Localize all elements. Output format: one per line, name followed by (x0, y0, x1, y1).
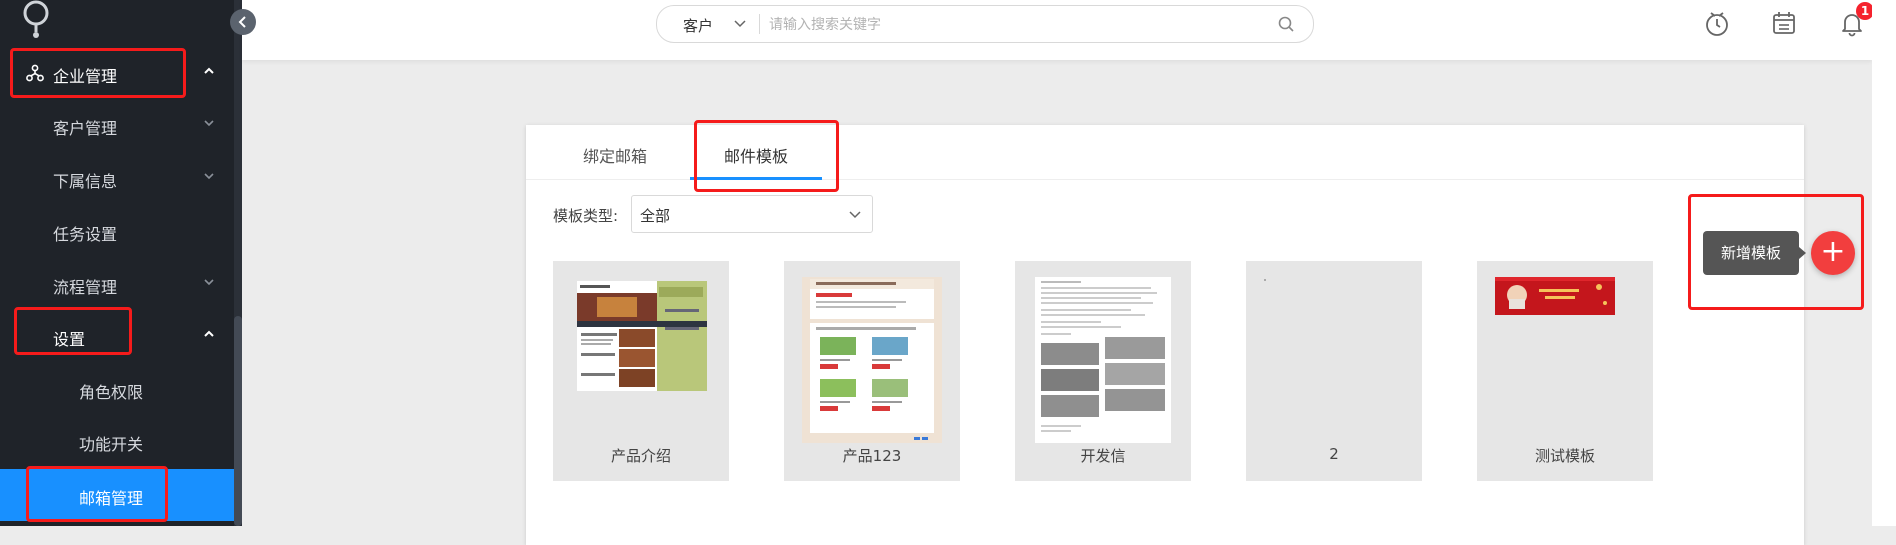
template-card-product-intro[interactable]: 产品介绍 (553, 261, 729, 481)
tab-bind-mailbox[interactable]: 绑定邮箱 (583, 143, 647, 167)
template-name: 开发信 (1080, 447, 1126, 465)
sidebar-item-role-permissions[interactable]: 角色权限 (0, 364, 234, 414)
chevron-up-icon (204, 67, 214, 74)
search-input[interactable] (767, 13, 1251, 37)
chevron-down-icon (204, 279, 214, 286)
template-thumbnail (1264, 279, 1266, 281)
highlight-enterprise (10, 48, 186, 98)
sidebar-item-task-settings[interactable]: 任务设置 (0, 206, 234, 256)
search-bar: 客户 (656, 5, 1314, 43)
highlight-mail-templates-tab (694, 120, 839, 192)
sidebar-item-label: 功能开关 (79, 435, 144, 454)
highlight-mailbox-management (26, 466, 168, 522)
chevron-down-icon[interactable] (733, 16, 747, 30)
sidebar-item-label: 流程管理 (53, 278, 118, 297)
sidebar-item-subordinates[interactable]: 下属信息 (0, 153, 234, 203)
template-name: 产品介绍 (610, 447, 671, 465)
search-icon[interactable] (1277, 15, 1295, 33)
timer-icon[interactable] (1702, 8, 1732, 38)
template-name: 2 (1329, 445, 1339, 463)
chevron-down-icon (849, 211, 861, 219)
template-card-product-123[interactable]: 产品123 (784, 261, 960, 481)
template-thumbnail (802, 277, 942, 443)
template-type-label: 模板类型: (553, 207, 619, 225)
sidebar-item-label: 下属信息 (53, 172, 118, 191)
template-name: 产品123 (842, 447, 902, 465)
calendar-icon[interactable] (1769, 8, 1799, 38)
highlight-add-template (1688, 194, 1864, 310)
sidebar-item-feature-toggles[interactable]: 功能开关 (0, 416, 234, 466)
template-thumbnail (577, 281, 707, 391)
sidebar-item-customers[interactable]: 客户管理 (0, 100, 234, 150)
template-type-value: 全部 (640, 207, 671, 225)
window-edge (1872, 0, 1896, 526)
chevron-left-icon (238, 16, 246, 28)
template-type-select[interactable]: 全部 (631, 195, 873, 233)
sidebar-item-workflow[interactable]: 流程管理 (0, 259, 234, 309)
template-thumbnail (1035, 277, 1171, 443)
logo-icon (23, 0, 49, 38)
sidebar-collapse-button[interactable] (230, 9, 256, 35)
sidebar-item-label: 角色权限 (79, 383, 144, 402)
template-card-dev-letter[interactable]: 开发信 (1015, 261, 1191, 481)
template-name: 测试模板 (1534, 447, 1595, 465)
chevron-down-icon (204, 173, 214, 180)
template-card-test[interactable]: 测试模板 (1477, 261, 1653, 481)
search-divider (759, 14, 760, 34)
chevron-down-icon (204, 120, 214, 127)
template-thumbnail (1495, 277, 1615, 315)
chevron-up-icon (204, 330, 214, 337)
highlight-settings (14, 307, 132, 355)
sidebar-item-label: 客户管理 (53, 119, 118, 138)
top-header: 客户 (242, 0, 1872, 60)
template-card-2[interactable]: 2 (1246, 261, 1422, 481)
search-scope-select[interactable]: 客户 (683, 15, 713, 36)
sidebar-item-label: 任务设置 (53, 225, 118, 244)
sidebar-scrollbar-thumb[interactable] (234, 316, 242, 526)
